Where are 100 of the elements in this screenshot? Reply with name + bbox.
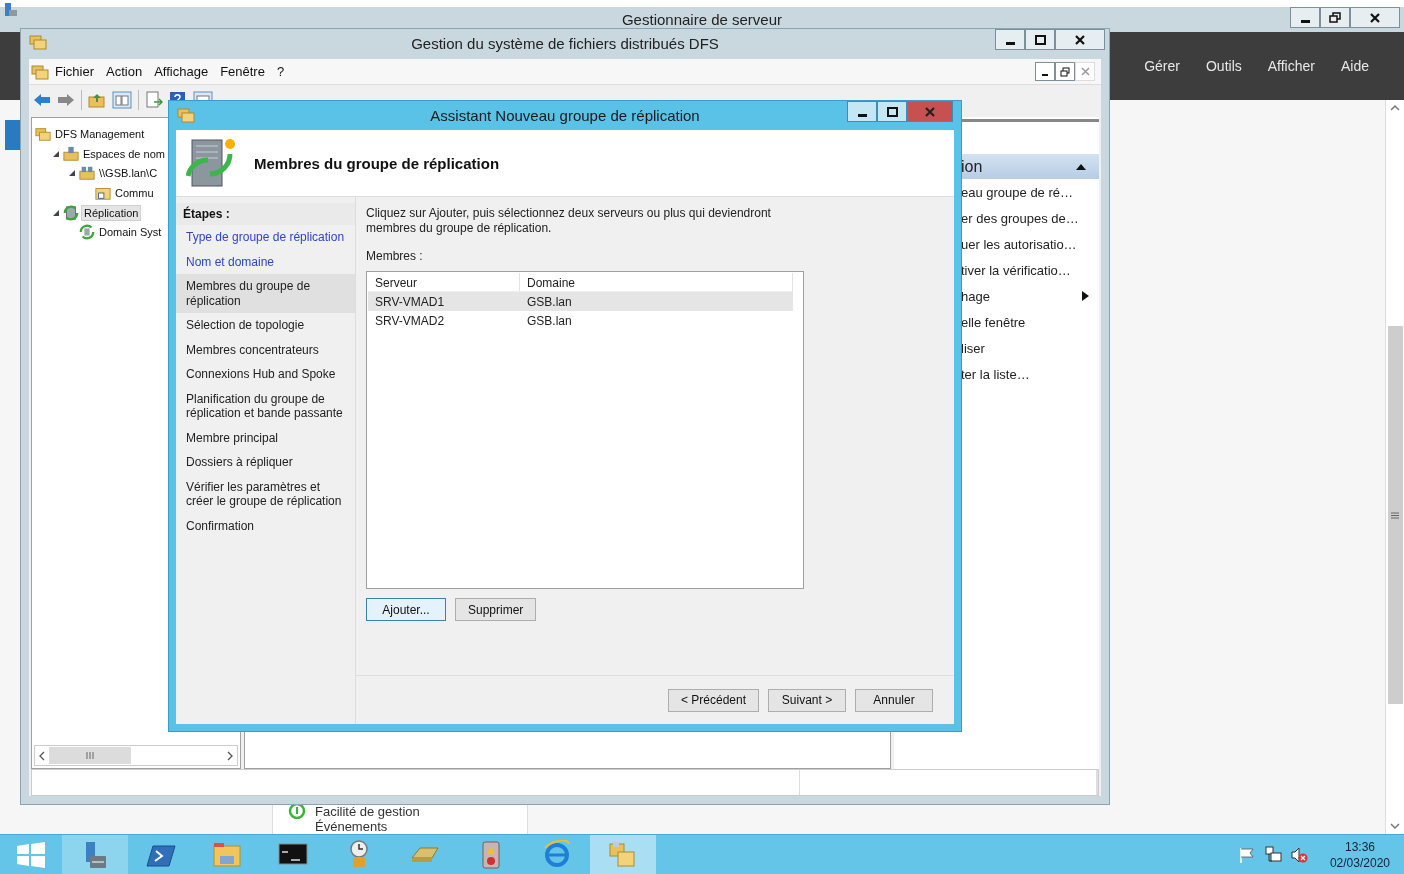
restore-icon [1329, 11, 1341, 24]
list-row[interactable]: SRV-VMAD2 GSB.lan [368, 311, 793, 330]
pane-command-label: tiver la vérificatio… [961, 262, 1071, 278]
close-icon [1079, 66, 1091, 77]
minimize-icon [857, 113, 867, 117]
window-title: Gestion du système de fichiers distribués DFS [410, 35, 720, 52]
tree-item[interactable]: \\GSB.lan\C [97, 166, 160, 181]
nav-selection-marker [5, 120, 20, 150]
folders-icon [177, 106, 195, 124]
replication-arrows-icon [79, 224, 95, 241]
list-cell-text: SRV-VMAD2 [374, 313, 446, 328]
folders-icon [31, 62, 49, 81]
maximize-icon [1034, 33, 1046, 46]
minimize-button[interactable] [1290, 7, 1320, 28]
clock[interactable]: 13:36 02/03/2020 [1329, 838, 1390, 871]
close-button[interactable] [1350, 7, 1400, 28]
previous-button[interactable]: < Précédent [667, 688, 759, 712]
pane-command-label: eau groupe de ré… [961, 184, 1074, 200]
list-cell-text: GSB.lan [526, 313, 573, 328]
replication-arrows-icon [63, 204, 79, 221]
namespace-folder-icon [79, 165, 95, 182]
maximize-icon [886, 105, 898, 118]
scrollbar-thumb-grip-icon [1391, 511, 1399, 519]
minimize-button[interactable] [847, 101, 877, 122]
cancel-button[interactable]: Annuler [855, 688, 933, 712]
expand-arrow-icon[interactable] [67, 168, 77, 179]
restore-button[interactable] [1055, 62, 1075, 81]
wizard-step[interactable]: Membre principal [176, 425, 355, 450]
folders-icon [608, 839, 638, 870]
folders-icon [29, 33, 47, 51]
minimize-button[interactable] [995, 29, 1025, 50]
flag-icon[interactable] [1237, 845, 1256, 864]
members-list[interactable]: Serveur Domaine SRV-VMAD1 GSB.lan SRV-VMAD2 GSB.lan [366, 271, 804, 589]
speaker-muted-icon[interactable] [1289, 845, 1308, 864]
restore-icon [1060, 66, 1070, 77]
tree-item[interactable]: Réplication [81, 204, 142, 221]
pane-command-label: ter la liste… [961, 366, 1030, 382]
wizard-step[interactable]: Membres concentrateurs [176, 337, 355, 362]
page-title: Membres du groupe de réplication [254, 154, 500, 172]
scrollbar[interactable] [1385, 100, 1404, 834]
remove-button[interactable]: Supprimer [455, 598, 537, 621]
add-button[interactable]: Ajouter... [366, 598, 446, 621]
collapse-arrow-icon[interactable] [1075, 162, 1087, 171]
restore-button[interactable] [1320, 7, 1350, 28]
windows-logo-icon [16, 841, 46, 868]
wizard-step[interactable]: Membres du groupe de réplication [176, 274, 355, 313]
tree-item[interactable]: Domain Syst [97, 225, 164, 240]
close-button[interactable] [1055, 29, 1105, 50]
menu-item[interactable]: Afficher [1254, 58, 1328, 74]
menu-item[interactable]: Outils [1192, 58, 1255, 74]
maximize-button[interactable] [1025, 29, 1055, 50]
pane-command-label: hage [961, 288, 990, 304]
pane-command-label: er des groupes de… [961, 210, 1079, 226]
tree-item[interactable]: Espaces de nom [81, 146, 167, 161]
list-cell-text: GSB.lan [526, 294, 573, 309]
menu-item[interactable]: Affichage [148, 64, 215, 79]
server-sync-icon [186, 136, 238, 190]
list-row[interactable]: SRV-VMAD1 GSB.lan [368, 292, 793, 311]
back-arrow-icon[interactable] [33, 91, 51, 108]
wizard-step[interactable]: Dossiers à répliquer [176, 450, 355, 475]
wizard-step[interactable]: Vérifier les paramètres et créer le groupe de réplication [176, 474, 355, 514]
actions-header-title: ion [961, 157, 983, 176]
steps-heading: Étapes : [176, 203, 355, 225]
folders-icon [35, 125, 51, 142]
folder-up-icon[interactable] [88, 91, 106, 108]
tile-item[interactable]: Événements [315, 819, 388, 834]
menu-item[interactable]: Fichier [49, 64, 100, 79]
wizard-step[interactable]: Sélection de topologie [176, 313, 355, 338]
pane-command-label: elle fenêtre [961, 314, 1026, 330]
pane-command-label: uer les autorisatio… [961, 236, 1077, 252]
next-button[interactable]: Suivant > [768, 688, 846, 712]
minimize-icon [1005, 41, 1015, 45]
wizard-step[interactable]: Planification du groupe de réplication et bande passante [176, 386, 355, 426]
menu-item[interactable]: Action [100, 64, 149, 79]
browser-e-icon [542, 839, 572, 870]
window-title: Gestionnaire de serveur [620, 11, 784, 28]
wizard-step[interactable]: Confirmation [176, 513, 355, 538]
network-icon[interactable] [1263, 845, 1282, 864]
column-header[interactable]: Domaine [520, 273, 793, 291]
tile-item[interactable]: Facilité de gestion [315, 804, 420, 819]
close-icon [1369, 11, 1381, 24]
column-header[interactable]: Serveur [368, 273, 520, 291]
wizard-step[interactable]: Type de groupe de réplication [176, 225, 355, 250]
forward-arrow-icon[interactable] [57, 91, 75, 108]
maximize-button[interactable] [877, 101, 907, 122]
panel-toggle-icon[interactable] [112, 90, 132, 109]
scrollbar-thumb-grip-icon [86, 752, 94, 759]
tree-item[interactable]: DFS Management [53, 126, 147, 141]
minimize-icon [1300, 19, 1310, 23]
menu-item[interactable]: Fenêtre [214, 64, 271, 79]
horizontal-scrollbar[interactable] [34, 745, 238, 766]
wizard-step[interactable]: Nom et domaine [176, 249, 355, 274]
minimize-button[interactable] [1035, 62, 1055, 81]
dialog-title: Assistant Nouveau groupe de réplication [429, 107, 701, 124]
wizard-step[interactable]: Connexions Hub and Spoke [176, 362, 355, 387]
tree-item[interactable]: Commu [113, 185, 156, 200]
menu-item[interactable]: Gérer [1131, 58, 1193, 74]
export-list-icon[interactable] [145, 90, 163, 109]
menu-item[interactable]: ? [270, 64, 291, 79]
menu-item[interactable]: Aide [1327, 58, 1382, 74]
